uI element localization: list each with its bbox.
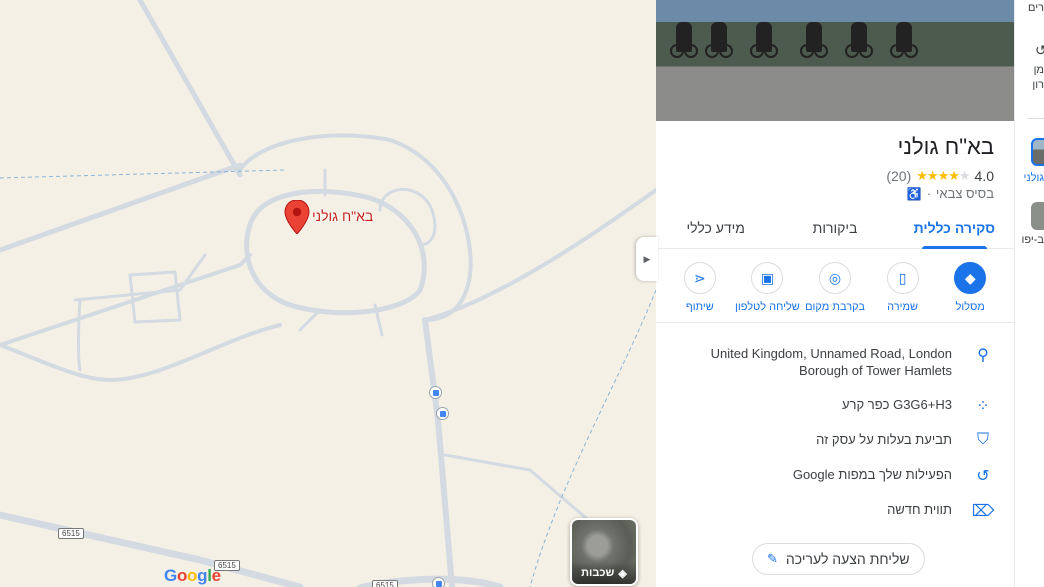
rating-value: 4.0: [974, 168, 994, 184]
tab-overview[interactable]: סקירה כללית: [895, 205, 1014, 249]
directions-button[interactable]: ◆ מסלול: [937, 262, 1003, 320]
bookmark-icon: ▯: [886, 262, 919, 294]
bus-stop-icon[interactable]: [429, 386, 442, 399]
route-shield: 6515: [372, 580, 398, 587]
layers-label: שכבות: [581, 567, 615, 579]
claim-business-text: תביעת בעלות על עסק זה: [816, 432, 952, 447]
star-icon: ★: [958, 168, 971, 183]
bus-stop-icon[interactable]: [436, 407, 449, 420]
share-button[interactable]: ⋖ שיתוף: [667, 262, 733, 320]
rail-thumb-selected[interactable]: [1031, 138, 1044, 166]
rating-stars[interactable]: ★★★★★: [916, 168, 971, 184]
map-canvas[interactable]: בא"ח גולני 6515 6515 6515 Google שכבות ◈: [0, 0, 656, 587]
nearby-button[interactable]: ◎ בקרבת מקום: [802, 262, 868, 320]
pencil-icon: ✎: [767, 551, 778, 566]
rail-text[interactable]: רים: [1028, 2, 1044, 14]
star-icon: ★: [937, 168, 950, 183]
star-icon: ★: [948, 168, 960, 183]
claim-business-row[interactable]: ⛉ תביעת בעלות על עסק זה: [656, 431, 1014, 449]
address-row[interactable]: ⚲ United Kingdom, Unnamed Road, London B…: [656, 345, 1014, 379]
history-icon: ↺: [976, 468, 990, 485]
place-tabs: סקירה כללית ביקורות מידע כללי: [656, 205, 1014, 249]
suggest-edit-button[interactable]: שליחת הצעה לעריכה ✎: [752, 543, 925, 575]
rail-text[interactable]: רון: [1032, 79, 1044, 91]
rating-row: 4.0 ★★★★★ (20): [886, 168, 994, 184]
separator: ·: [926, 186, 932, 201]
tab-reviews[interactable]: ביקורות: [775, 205, 894, 248]
place-panel: בא"ח גולני 4.0 ★★★★★ (20) בסיס צבאי · ♿ …: [656, 0, 1014, 587]
rail-history-icon[interactable]: ↺: [1035, 42, 1044, 59]
layers-icon: ◈: [618, 567, 627, 580]
route-shield: 6515: [58, 528, 84, 539]
place-photo[interactable]: [656, 0, 1014, 121]
category-label[interactable]: בסיס צבאי: [936, 186, 994, 201]
map-roads: [0, 0, 656, 587]
review-count[interactable]: (20): [886, 168, 911, 184]
rail-text[interactable]: מן: [1034, 64, 1044, 76]
star-icon: ★: [926, 168, 939, 183]
location-pin-icon: ⚲: [977, 347, 989, 364]
address-text: United Kingdom, Unnamed Road, London Bor…: [710, 346, 952, 378]
plus-code-icon: ⁘: [976, 398, 990, 415]
add-label-row[interactable]: ⌦ תווית חדשה: [656, 501, 1014, 521]
maps-activity-text: הפעילות שלך במפות Google: [792, 467, 952, 482]
phone-icon: ▣: [751, 262, 784, 294]
rail-selected-label[interactable]: גולני: [1024, 172, 1044, 184]
collapse-panel-button[interactable]: ▶: [636, 237, 658, 281]
google-logo: Google: [164, 566, 221, 585]
chevron-right-icon: ▶: [643, 253, 651, 264]
label-icon: ⌦: [971, 503, 995, 520]
wheelchair-icon: ♿: [906, 186, 922, 201]
recent-rail: רים ↺ מן רון גולני ב-יפו: [1014, 0, 1044, 587]
place-title: בא"ח גולני: [897, 134, 994, 159]
place-pin-icon[interactable]: [284, 199, 310, 235]
rail-label[interactable]: ב-יפו: [1022, 234, 1044, 246]
tab-about[interactable]: מידע כללי: [656, 205, 775, 248]
add-label-text: תווית חדשה: [887, 502, 952, 517]
pin-label[interactable]: בא"ח גולני: [312, 208, 373, 224]
directions-icon: ◆: [954, 262, 987, 294]
plus-code-row[interactable]: ⁘ G3G6+H3 כפר קרע: [656, 396, 1014, 416]
share-icon: ⋖: [683, 262, 716, 294]
shield-check-icon: ⛉: [977, 431, 990, 448]
bus-stop-icon[interactable]: [432, 577, 445, 587]
rail-divider: [1027, 118, 1044, 119]
category-row: בסיס צבאי · ♿: [907, 186, 994, 201]
send-to-phone-button[interactable]: ▣ שליחה לטלפון: [734, 262, 800, 320]
action-buttons: ◆ מסלול ▯ שמירה ◎ בקרבת מקום ▣ שליחה לטל…: [656, 262, 1014, 320]
plus-code-text: G3G6+H3 כפר קרע: [841, 397, 952, 412]
maps-activity-row[interactable]: ↺ הפעילות שלך במפות Google: [656, 466, 1014, 486]
divider: [656, 322, 1014, 323]
rail-thumb[interactable]: [1031, 202, 1044, 230]
star-icon: ★: [916, 168, 928, 183]
layers-button[interactable]: שכבות ◈: [570, 518, 638, 586]
suggest-edit-label: שליחת הצעה לעריכה: [785, 551, 910, 567]
save-button[interactable]: ▯ שמירה: [870, 262, 936, 320]
nearby-icon: ◎: [819, 262, 852, 294]
